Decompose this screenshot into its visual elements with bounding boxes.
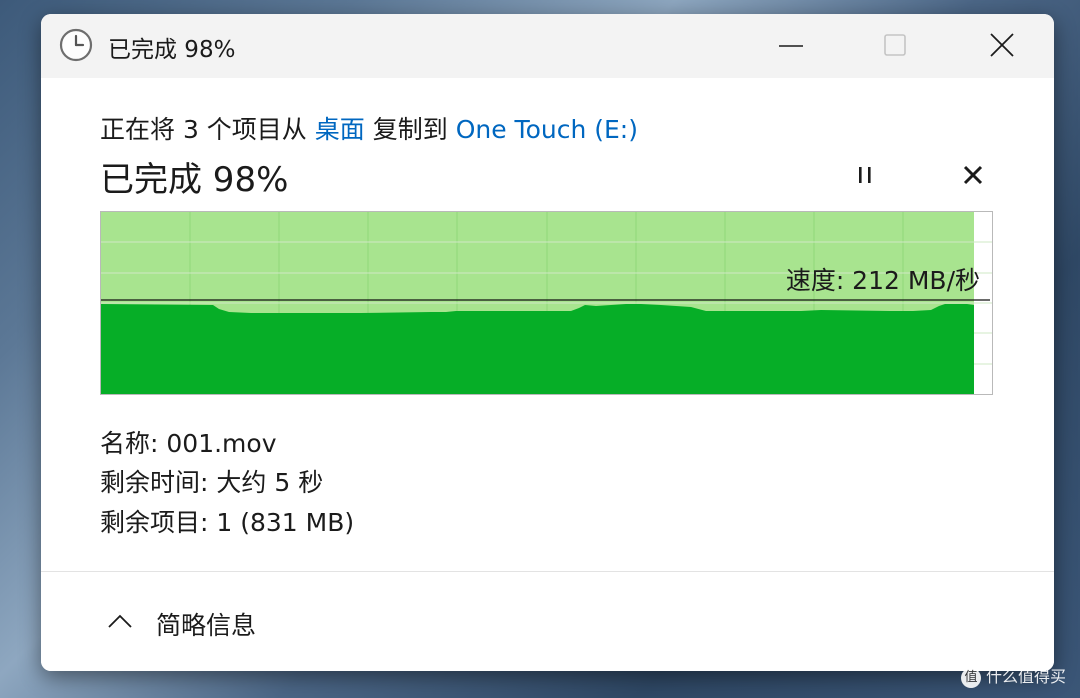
minimize-icon — [769, 26, 813, 66]
items-remaining-value: 1 (831 MB) — [216, 508, 355, 537]
fewer-details-label: 简略信息 — [156, 611, 257, 640]
progress-percent: 已完成 98% — [100, 160, 289, 200]
watermark-text: 什么值得买 — [985, 667, 1066, 686]
time-remaining-row: 剩余时间: 大约 5 秒 — [100, 463, 323, 499]
close-icon — [980, 26, 1024, 66]
watermark-logo: 值 — [960, 667, 981, 688]
file-name-label: 名称: — [100, 429, 159, 458]
copy-dialog-window: 已完成 98% 正在将 3 个项目从 桌面 复制到 One Touch (E:) — [41, 14, 1054, 671]
pause-icon — [845, 167, 885, 194]
window-title: 已完成 98% — [108, 37, 236, 63]
transfer-speed-graph: 速度: 212 MB/秒 — [100, 211, 993, 395]
maximize-button — [873, 26, 917, 66]
items-remaining-label: 剩余项目: — [100, 508, 209, 537]
destination-link[interactable]: One Touch (E:) — [456, 115, 638, 144]
copy-status-line: 正在将 3 个项目从 桌面 复制到 One Touch (E:) — [100, 110, 638, 146]
chevron-up-icon — [107, 612, 133, 634]
cancel-icon — [953, 165, 993, 196]
clock-icon — [59, 28, 93, 62]
cancel-copy-button[interactable] — [953, 160, 993, 192]
pause-button[interactable] — [845, 160, 885, 190]
file-name-row: 名称: 001.mov — [100, 424, 277, 460]
speed-label: 速度: 212 MB/秒 — [785, 266, 980, 295]
speed-graph-canvas — [101, 212, 992, 394]
time-remaining-value: 大约 5 秒 — [216, 468, 324, 497]
speed-history-area — [101, 304, 974, 394]
source-link[interactable]: 桌面 — [315, 115, 365, 144]
file-name-value: 001.mov — [166, 429, 277, 458]
maximize-icon — [873, 26, 917, 66]
time-remaining-label: 剩余时间: — [100, 468, 209, 497]
items-remaining-row: 剩余项目: 1 (831 MB) — [100, 503, 354, 539]
copy-prefix: 正在将 3 个项目从 — [100, 115, 307, 144]
close-button[interactable] — [980, 26, 1024, 66]
watermark: 值什么值得买 — [960, 663, 1066, 688]
title-bar: 已完成 98% — [41, 14, 1054, 78]
minimize-button[interactable] — [769, 26, 813, 66]
copy-middle: 复制到 — [372, 115, 448, 144]
